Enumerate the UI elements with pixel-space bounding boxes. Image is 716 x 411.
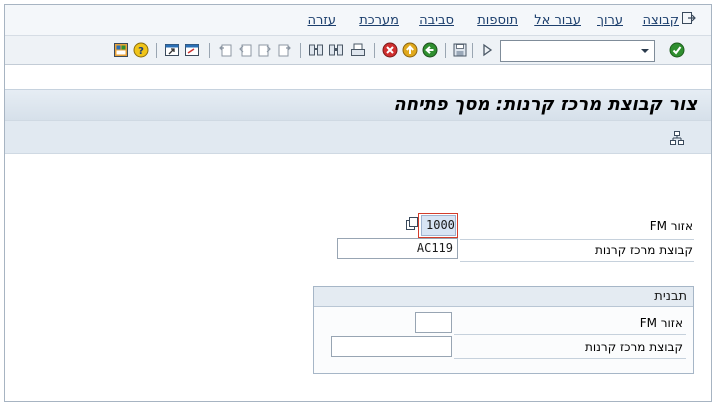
value-help-icon[interactable] [406, 217, 419, 230]
create-session-icon[interactable] [184, 42, 200, 58]
menu-exit-icon[interactable] [682, 12, 696, 24]
toolbar-separator [472, 43, 473, 58]
template-group-header: תבנית [314, 287, 693, 307]
fund-center-group-label: קבוצת מרכז קרנות [594, 243, 693, 257]
template-fund-center-group-label: קבוצת מרכז קרנות [584, 340, 683, 354]
command-field[interactable] [500, 40, 655, 62]
template-fm-area-label: אזור FM [639, 316, 683, 330]
menu-item-goto[interactable]: עבור אל [534, 13, 581, 28]
menu-bar: קבוצה ערוך עבור אל תוספות סביבה מערכת עז… [5, 5, 711, 35]
template-fm-area-input[interactable] [415, 312, 452, 333]
fm-area-label: אזור FM [649, 219, 693, 233]
template-fund-center-group-row-line [454, 358, 686, 359]
sap-window: קבוצה ערוך עבור אל תוספות סביבה מערכת עז… [4, 4, 712, 402]
find-icon[interactable] [308, 42, 324, 58]
menu-item-group[interactable]: קבוצה [643, 13, 680, 28]
fund-center-group-input[interactable]: AC119 [337, 238, 458, 259]
help-icon[interactable]: ? [133, 42, 149, 58]
enter-icon[interactable] [669, 42, 685, 58]
exit-icon[interactable] [402, 42, 418, 58]
toolbar-separator [156, 43, 157, 58]
menu-item-edit[interactable]: ערוך [597, 13, 623, 28]
cancel-icon[interactable] [382, 42, 398, 58]
fm-area-input[interactable]: 1000 [421, 215, 456, 236]
customize-layout-icon[interactable] [113, 42, 129, 58]
toolbar-separator [209, 43, 210, 58]
next-page-icon[interactable] [257, 42, 273, 58]
menu-item-system[interactable]: מערכת [359, 13, 399, 28]
toolbar-separator [300, 43, 301, 58]
svg-text:?: ? [138, 46, 144, 57]
template-fm-area-row-line [454, 334, 686, 335]
print-icon[interactable] [350, 42, 366, 58]
fund-center-group-row-line [460, 261, 694, 262]
standard-toolbar: ? [5, 35, 711, 65]
template-group: תבנית אזור FM קבוצת מרכז קרנות [313, 286, 694, 374]
menu-item-environment[interactable]: סביבה [419, 13, 454, 28]
menu-item-help[interactable]: עזרה [308, 13, 336, 28]
page-title: צור קבוצת מרכז קרנות: מסך פתיחה [393, 94, 697, 115]
toolbar-separator [445, 43, 446, 58]
menu-item-extras[interactable]: תוספות [477, 13, 518, 28]
save-icon[interactable] [452, 42, 468, 58]
back-icon[interactable] [422, 42, 438, 58]
find-next-icon[interactable] [328, 42, 344, 58]
template-fund-center-group-input[interactable] [331, 336, 452, 357]
template-group-title: תבנית [654, 289, 687, 304]
toolbar-separator [374, 43, 375, 58]
first-page-icon[interactable] [217, 42, 233, 58]
application-toolbar [5, 120, 711, 154]
dropdown-icon[interactable] [638, 43, 652, 59]
title-bar: צור קבוצת מרכז קרנות: מסך פתיחה [5, 89, 711, 120]
fm-area-row-line [460, 239, 694, 240]
last-page-icon[interactable] [277, 42, 293, 58]
previous-page-icon[interactable] [237, 42, 253, 58]
play-icon[interactable] [479, 42, 495, 58]
hierarchy-icon[interactable] [670, 131, 684, 145]
shortcut-icon[interactable] [164, 42, 180, 58]
